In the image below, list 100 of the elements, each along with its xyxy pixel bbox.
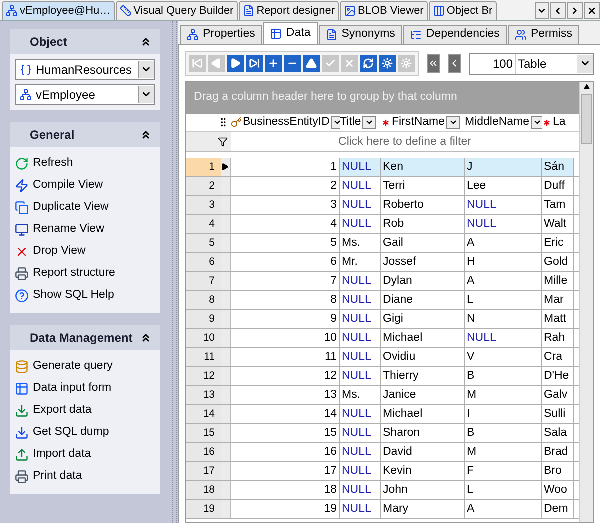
- copy-icon: [15, 201, 29, 215]
- action-link[interactable]: Report structure: [15, 263, 160, 285]
- row-number: 8: [186, 291, 221, 309]
- cancel-icon: [344, 58, 355, 69]
- column-header[interactable]: BusinessEntityID: [231, 114, 340, 131]
- table-cell: Rah: [542, 329, 574, 347]
- table-cell: Woo: [542, 481, 574, 499]
- row-number: 13: [186, 386, 221, 404]
- table-cell: 18: [231, 481, 340, 499]
- object-select[interactable]: vEmployee: [15, 84, 155, 105]
- column-header[interactable]: FirstName: [381, 114, 465, 131]
- table-cell: NULL: [465, 329, 542, 347]
- table-cell: Gold: [542, 253, 574, 271]
- table-cell: F: [465, 462, 542, 480]
- table-cell: NULL: [340, 481, 381, 499]
- action-link[interactable]: Generate query: [15, 356, 160, 378]
- nav-button[interactable]: [360, 55, 377, 72]
- document-icon: [242, 5, 255, 17]
- download-icon: [15, 426, 29, 440]
- table-cell: A: [465, 272, 542, 290]
- action-link[interactable]: Print data: [15, 466, 160, 488]
- nav-button[interactable]: [284, 55, 301, 72]
- action-link[interactable]: Rename View: [15, 219, 160, 241]
- last-icon: [249, 58, 260, 69]
- view-tab[interactable]: Synonyms: [318, 25, 402, 44]
- table-cell: Cra: [542, 348, 574, 366]
- document-tab[interactable]: Object Br: [428, 1, 497, 20]
- view-tab[interactable]: Data: [263, 22, 318, 44]
- scroll-right-button[interactable]: [567, 2, 583, 19]
- database-icon: [15, 360, 29, 374]
- nav-button[interactable]: [303, 55, 320, 72]
- scroll-up-icon[interactable]: [584, 84, 590, 90]
- action-link[interactable]: Refresh: [15, 153, 160, 175]
- table-cell: NULL: [340, 405, 381, 423]
- table-cell: Eric: [542, 234, 574, 252]
- collapse-icon[interactable]: [140, 36, 152, 48]
- panel-header[interactable]: General: [10, 122, 160, 147]
- scroll-left-button[interactable]: [550, 2, 566, 19]
- table-cell: Terri: [381, 177, 465, 195]
- document-tab[interactable]: Visual Query Builder: [116, 1, 238, 20]
- column-header[interactable]: La: [542, 114, 574, 131]
- nav-button[interactable]: [227, 55, 244, 72]
- first-page-button[interactable]: [427, 54, 440, 73]
- action-link[interactable]: Import data: [15, 444, 160, 466]
- action-link[interactable]: Export data: [15, 400, 160, 422]
- action-link[interactable]: Compile View: [15, 175, 160, 197]
- action-link[interactable]: Show SQL Help: [15, 285, 160, 307]
- table-cell: V: [465, 348, 542, 366]
- panel-header[interactable]: Data Management: [10, 325, 160, 350]
- nav-button[interactable]: [265, 55, 282, 72]
- collapse-icon[interactable]: [140, 332, 152, 344]
- action-link[interactable]: Drop View: [15, 241, 160, 263]
- table-cell: 10: [231, 329, 340, 347]
- document-tab[interactable]: vEmployee@Hu…: [2, 1, 115, 20]
- document-tab[interactable]: Report designer: [238, 1, 340, 20]
- nav-button[interactable]: [246, 55, 263, 72]
- action-link[interactable]: Duplicate View: [15, 197, 160, 219]
- table-cell: NULL: [340, 329, 381, 347]
- table-cell: A: [465, 234, 542, 252]
- table-cell: NULL: [340, 196, 381, 214]
- action-link[interactable]: Data input form: [15, 378, 160, 400]
- table-cell: Sala: [542, 424, 574, 442]
- row-number: 12: [186, 367, 221, 385]
- column-chooser-icon[interactable]: [218, 117, 229, 128]
- view-tab[interactable]: Properties: [180, 25, 262, 44]
- tab-list-button[interactable]: [535, 2, 549, 19]
- column-header[interactable]: MiddleName: [465, 114, 542, 131]
- table-cell: NULL: [340, 291, 381, 309]
- nav-button[interactable]: [379, 55, 396, 72]
- filter-row[interactable]: Click here to define a filter: [231, 132, 579, 151]
- table-cell: 15: [231, 424, 340, 442]
- document-tab[interactable]: BLOB Viewer: [340, 1, 428, 20]
- view-tab[interactable]: Permiss: [508, 25, 580, 44]
- collapse-icon[interactable]: [140, 128, 152, 140]
- table-cell: Gail: [381, 234, 465, 252]
- view-tab[interactable]: Dependencies: [403, 25, 507, 44]
- object-select[interactable]: HumanResources: [15, 59, 155, 80]
- column-header[interactable]: Title: [340, 114, 381, 131]
- scrollbar[interactable]: [579, 82, 593, 522]
- table-cell: 5: [231, 234, 340, 252]
- check-icon: [325, 58, 336, 69]
- monitor-icon: [15, 223, 29, 237]
- table-cell: Kevin: [381, 462, 465, 480]
- printer-icon: [15, 267, 29, 281]
- scroll-thumb[interactable]: [581, 94, 592, 144]
- close-button[interactable]: [584, 2, 600, 19]
- double-left-icon: [428, 58, 439, 69]
- table-cell: A: [465, 500, 542, 518]
- table-cell: John: [381, 481, 465, 499]
- action-link[interactable]: Get SQL dump: [15, 422, 160, 444]
- table-cell: 8: [231, 291, 340, 309]
- table-cell: 12: [231, 367, 340, 385]
- table-cell: 16: [231, 443, 340, 461]
- prev-page-button[interactable]: [448, 54, 461, 73]
- table-cell: Ms.: [340, 234, 381, 252]
- diagram-icon: [20, 88, 32, 100]
- panel-header[interactable]: Object: [10, 29, 160, 54]
- lightning-icon: [15, 179, 29, 193]
- row-number: 19: [186, 500, 221, 518]
- table-cell: L: [465, 481, 542, 499]
